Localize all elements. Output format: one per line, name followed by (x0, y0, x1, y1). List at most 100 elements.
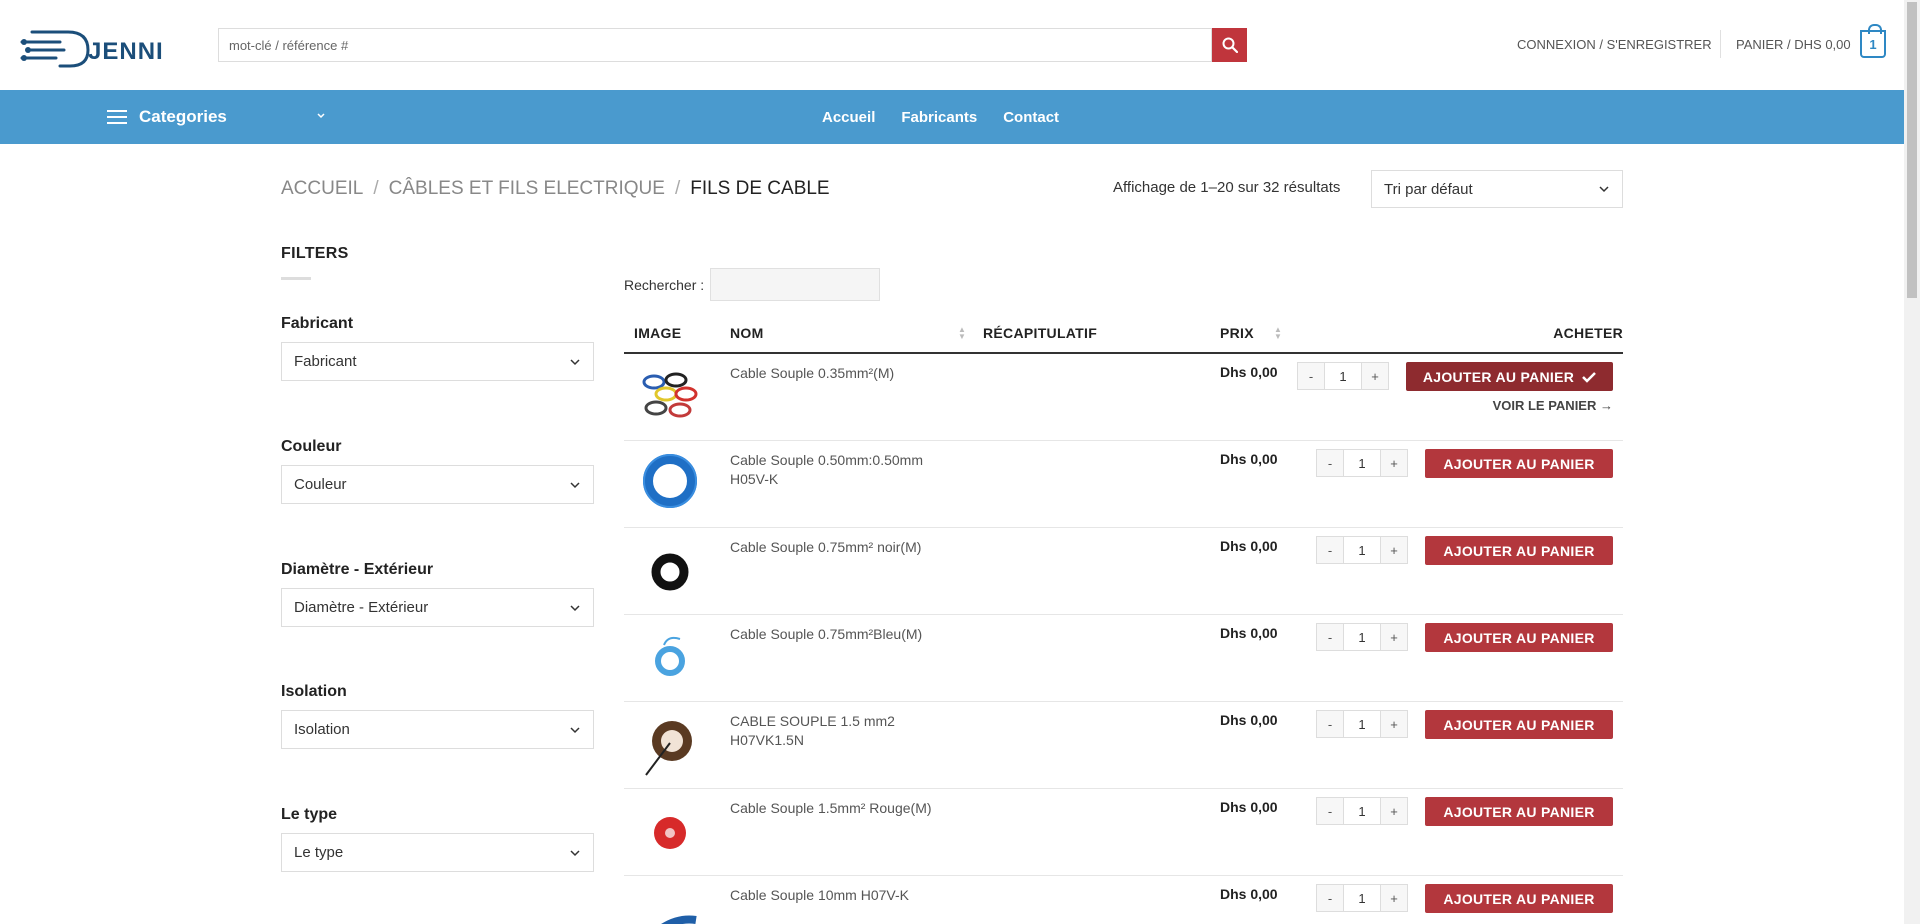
main-navbar: Categories Accueil Fabricants Contact (0, 90, 1904, 144)
quantity-increase-button[interactable]: + (1380, 884, 1408, 912)
quantity-input[interactable]: 1 (1344, 449, 1380, 477)
quantity-increase-button[interactable]: + (1380, 536, 1408, 564)
filter-label: Fabricant (281, 315, 354, 332)
product-name[interactable]: Cable Souple 0.35mm²(M) (730, 364, 940, 383)
product-price: Dhs 0,00 (1220, 886, 1278, 902)
add-to-cart-label: AJOUTER AU PANIER (1443, 716, 1595, 733)
cart-count-badge: 1 (1869, 36, 1877, 52)
product-name[interactable]: CABLE SOUPLE 1.5 mm2 H07VK1.5N (730, 712, 940, 750)
sort-select[interactable]: Tri par défaut (1371, 170, 1623, 208)
column-header-name[interactable]: NOM (730, 325, 764, 341)
quantity-increase-button[interactable]: + (1380, 710, 1408, 738)
column-header-summary: RÉCAPITULATIF (983, 325, 1098, 341)
filter-type-select[interactable]: Le type (281, 833, 594, 872)
filter-isolation-select[interactable]: Isolation (281, 710, 594, 749)
product-name[interactable]: Cable Souple 1.5mm² Rouge(M) (730, 799, 940, 818)
quantity-stepper: - 1 + (1297, 362, 1389, 390)
chevron-down-icon[interactable] (315, 110, 327, 122)
add-to-cart-button[interactable]: AJOUTER AU PANIER (1425, 710, 1613, 739)
filter-fabricant-select[interactable]: Fabricant (281, 342, 594, 381)
quantity-decrease-button[interactable]: - (1316, 884, 1344, 912)
filter-value: Fabricant (294, 353, 357, 370)
nav-link-fabricants[interactable]: Fabricants (901, 109, 977, 126)
header-divider (1720, 30, 1721, 58)
quantity-increase-button[interactable]: + (1380, 797, 1408, 825)
table-row: Cable Souple 0.75mm²Bleu(M) Dhs 0,00 - 1… (624, 615, 1623, 702)
table-row: Cable Souple 1.5mm² Rouge(M) Dhs 0,00 - … (624, 789, 1623, 876)
quantity-decrease-button[interactable]: - (1316, 536, 1344, 564)
filter-diametre: Diamètre - Extérieur Diamètre - Extérieu… (281, 561, 595, 627)
site-logo[interactable]: JENNI (20, 20, 170, 70)
table-search-input[interactable] (710, 268, 881, 301)
sort-icon[interactable]: ▲ ▼ (1274, 326, 1282, 341)
quantity-stepper: - 1 + (1316, 884, 1408, 912)
nav-links: Accueil Fabricants Contact (822, 90, 1085, 144)
filter-fabricant: Fabricant Fabricant (281, 315, 595, 381)
product-price: Dhs 0,00 (1220, 625, 1278, 641)
quantity-input[interactable]: 1 (1344, 710, 1380, 738)
quantity-input[interactable]: 1 (1344, 623, 1380, 651)
table-search: Rechercher : (624, 268, 881, 301)
filter-couleur-select[interactable]: Couleur (281, 465, 594, 504)
product-image-blue-cable-coil[interactable] (640, 886, 700, 924)
page-scrollbar[interactable] (1904, 0, 1920, 924)
cart-icon[interactable]: 1 (1860, 24, 1886, 58)
column-header-price[interactable]: PRIX (1220, 325, 1254, 341)
table-header: IMAGE NOM ▲ ▼ RÉCAPITULATIF PRIX ▲ ▼ ACHET… (624, 318, 1623, 354)
categories-menu[interactable]: Categories (107, 90, 227, 144)
product-name[interactable]: Cable Souple 10mm H07V-K (730, 886, 940, 905)
add-to-cart-label: AJOUTER AU PANIER (1422, 368, 1575, 385)
quantity-input[interactable]: 1 (1344, 884, 1380, 912)
add-to-cart-label: AJOUTER AU PANIER (1443, 803, 1595, 820)
nav-link-accueil[interactable]: Accueil (822, 109, 875, 126)
breadcrumb-category[interactable]: CÂBLES ET FILS ELECTRIQUE (389, 178, 665, 200)
product-name[interactable]: Cable Souple 0.50mm:0.50mm H05V-K (730, 451, 940, 489)
add-to-cart-button[interactable]: AJOUTER AU PANIER (1425, 797, 1613, 826)
breadcrumb: ACCUEIL / CÂBLES ET FILS ELECTRIQUE / FI… (281, 178, 830, 200)
quantity-decrease-button[interactable]: - (1316, 449, 1344, 477)
product-price: Dhs 0,00 (1220, 364, 1278, 380)
product-image-blue-cable-coil[interactable] (640, 451, 700, 511)
sort-icon[interactable]: ▲ ▼ (958, 326, 966, 341)
add-to-cart-button[interactable]: AJOUTER AU PANIER (1425, 536, 1613, 565)
filter-diametre-select[interactable]: Diamètre - Extérieur (281, 588, 594, 627)
quantity-decrease-button[interactable]: - (1316, 797, 1344, 825)
product-image-red-cable-coil[interactable] (640, 799, 700, 859)
quantity-increase-button[interactable]: + (1380, 623, 1408, 651)
cart-link[interactable]: PANIER / DHS 0,00 (1736, 37, 1851, 52)
quantity-decrease-button[interactable]: - (1316, 623, 1344, 651)
add-to-cart-button[interactable]: AJOUTER AU PANIER (1425, 884, 1613, 913)
site-header: JENNI CONNEXION / S'ENREGISTRER PANIER /… (0, 0, 1920, 90)
chevron-down-icon (570, 481, 580, 488)
product-name[interactable]: Cable Souple 0.75mm²Bleu(M) (730, 625, 940, 644)
product-name[interactable]: Cable Souple 0.75mm² noir(M) (730, 538, 940, 557)
search-input[interactable] (218, 28, 1212, 62)
quantity-input[interactable]: 1 (1325, 362, 1361, 390)
quantity-increase-button[interactable]: + (1380, 449, 1408, 477)
product-image-brown-cable-coil[interactable] (640, 712, 700, 782)
breadcrumb-home[interactable]: ACCUEIL (281, 178, 363, 200)
column-header-image: IMAGE (634, 325, 682, 341)
filter-couleur: Couleur Couleur (281, 438, 595, 504)
filters-sidebar: FILTERS Fabricant Fabricant Couleur Coul… (281, 245, 595, 872)
product-image-light-blue-cable-coil[interactable] (640, 625, 700, 685)
quantity-input[interactable]: 1 (1344, 797, 1380, 825)
login-register-link[interactable]: CONNEXION / S'ENREGISTRER (1517, 37, 1712, 52)
nav-link-contact[interactable]: Contact (1003, 109, 1059, 126)
quantity-decrease-button[interactable]: - (1297, 362, 1325, 390)
categories-label: Categories (139, 107, 227, 126)
quantity-decrease-button[interactable]: - (1316, 710, 1344, 738)
quantity-increase-button[interactable]: + (1361, 362, 1389, 390)
product-image-black-cable-coil[interactable] (640, 538, 700, 598)
search-button[interactable] (1212, 28, 1247, 62)
view-cart-link[interactable]: VOIR LE PANIER → (1493, 398, 1613, 413)
table-row: CABLE SOUPLE 1.5 mm2 H07VK1.5N Dhs 0,00 … (624, 702, 1623, 789)
add-to-cart-button[interactable]: AJOUTER AU PANIER (1425, 623, 1613, 652)
add-to-cart-button[interactable]: AJOUTER AU PANIER (1425, 449, 1613, 478)
product-price: Dhs 0,00 (1220, 712, 1278, 728)
filter-value: Le type (294, 844, 344, 861)
add-to-cart-button[interactable]: AJOUTER AU PANIER (1406, 362, 1613, 391)
quantity-input[interactable]: 1 (1344, 536, 1380, 564)
product-image-multicolor-cable-coils[interactable] (640, 364, 700, 424)
scrollbar-thumb[interactable] (1907, 2, 1917, 298)
